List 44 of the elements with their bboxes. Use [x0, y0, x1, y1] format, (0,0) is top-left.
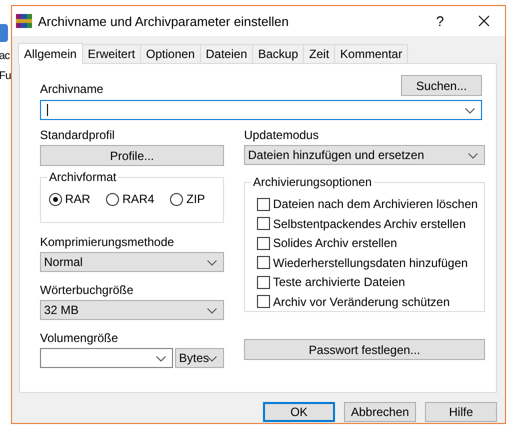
chevron-down-icon [207, 260, 217, 266]
chevron-down-icon [156, 356, 166, 362]
compression-select[interactable]: Normal [40, 252, 224, 272]
browse-button[interactable]: Suchen... [401, 75, 482, 96]
dictionary-select[interactable]: 32 MB [40, 300, 224, 320]
help-button[interactable]: ? [417, 6, 463, 36]
archive-name-field[interactable] [40, 100, 482, 120]
set-password-button[interactable]: Passwort festlegen... [244, 339, 485, 360]
unit-select[interactable]: Bytes [175, 348, 224, 368]
dialog-button[interactable]: Abbrechen [344, 402, 416, 422]
chevron-down-icon [207, 308, 217, 314]
chevron-down-icon [465, 108, 475, 114]
format-radio[interactable]: RAR [49, 192, 90, 206]
profile-label: Standardprofil [40, 128, 116, 142]
window-title: Archivname und Archivparameter einstellen [38, 14, 290, 28]
tab[interactable]: Kommentar [334, 44, 408, 63]
archive-name-label: Archivname [40, 82, 104, 96]
chevron-down-icon [207, 356, 217, 362]
format-radio[interactable]: ZIP [170, 192, 206, 206]
option-checkbox[interactable]: Wiederherstellungsdaten hinzufügen [257, 254, 484, 271]
dialog-button[interactable]: OK [263, 402, 335, 422]
option-checkbox[interactable]: Dateien nach dem Archivieren löschen [257, 196, 484, 212]
profile-button[interactable]: Profile... [40, 145, 224, 166]
option-checkbox[interactable]: Selbstentpackendes Archiv erstellen [257, 216, 484, 232]
option-checkbox[interactable]: Solides Archiv erstellen [257, 235, 484, 252]
tab[interactable]: Backup [252, 44, 304, 63]
close-icon [478, 15, 490, 27]
options-group-label: Archivierungsoptionen [251, 175, 374, 189]
option-checkbox[interactable]: Teste archivierte Dateien [257, 274, 484, 290]
background-label: Fu [0, 70, 11, 82]
compression-label: Komprimierungsmethode [40, 235, 176, 249]
tab[interactable]: Allgemein [18, 43, 83, 64]
archive-books-icon [16, 13, 32, 29]
tab[interactable]: Optionen [140, 44, 201, 63]
chevron-down-icon [468, 153, 478, 159]
format-radio[interactable]: RAR4 [106, 192, 154, 206]
option-checkbox[interactable]: Archiv vor Veränderung schützen [257, 294, 484, 310]
volume-size-field[interactable] [40, 348, 173, 368]
update-mode-label: Updatemodus [244, 128, 320, 142]
update-mode-select[interactable]: Dateien hinzufügen und ersetzen [244, 145, 485, 165]
volume-size-label: Volumengröße [40, 331, 120, 345]
dialog-button[interactable]: Hilfe [425, 402, 497, 422]
dictionary-label: Wörterbuchgröße [40, 283, 134, 297]
format-group-label: Archivformat [47, 170, 118, 184]
